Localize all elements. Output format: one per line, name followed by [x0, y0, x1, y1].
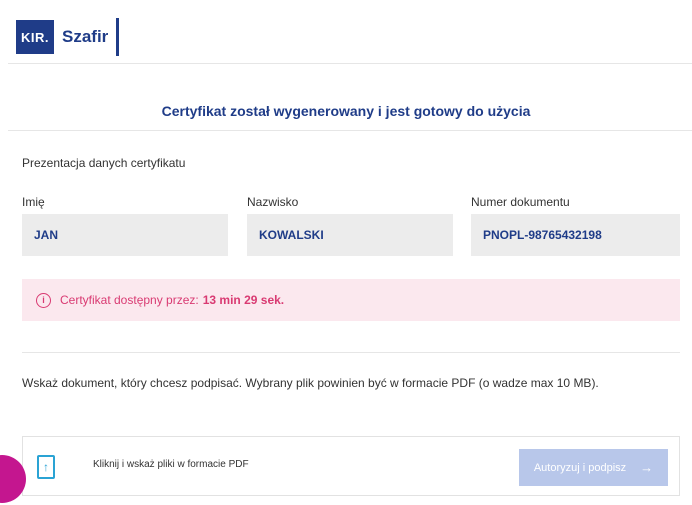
arrow-right-icon: → — [640, 460, 654, 475]
kir-logo-box: KIR. — [16, 20, 54, 54]
file-upload-area[interactable]: ↑ Kliknij i wskaż pliki w formacie PDF A… — [22, 436, 680, 496]
certificate-availability-alert: i Certyfikat dostępny przez: 13 min 29 s… — [22, 279, 680, 321]
authorize-and-sign-button[interactable]: Autoryzuj i podpisz → — [519, 449, 668, 486]
alert-text: Certyfikat dostępny przez: — [60, 293, 199, 307]
first-name-label: Imię — [22, 195, 45, 209]
info-icon: i — [36, 292, 51, 308]
last-name-label: Nazwisko — [247, 195, 299, 209]
document-number-label: Numer dokumentu — [471, 195, 570, 209]
certificate-data-label: Prezentacja danych certyfikatu — [22, 156, 186, 170]
alert-remaining-time: 13 min 29 sek. — [202, 293, 285, 307]
first-name-field: JAN — [22, 214, 228, 256]
alert-divider — [22, 352, 680, 353]
page-title: Certyfikat został wygenerowany i jest go… — [161, 103, 531, 119]
szafir-logo-text: Szafir — [62, 27, 109, 46]
top-bar: KIR. Szafir — [0, 0, 692, 64]
logo-divider-bar — [116, 18, 120, 56]
authorize-and-sign-label: Autoryzuj i podpisz — [533, 461, 627, 474]
document-number-field: PNOPL-98765432198 — [471, 214, 680, 256]
kir-szafir-logo[interactable]: KIR. Szafir — [16, 18, 120, 56]
upload-file-icon[interactable]: ↑ — [37, 455, 55, 479]
upload-instruction: Wskaż dokument, który chcesz podpisać. W… — [22, 376, 599, 390]
last-name-field: KOWALSKI — [247, 214, 453, 256]
upload-hint[interactable]: Kliknij i wskaż pliki w formacie PDF — [93, 459, 249, 470]
title-divider — [8, 130, 692, 131]
header-divider — [8, 63, 692, 64]
